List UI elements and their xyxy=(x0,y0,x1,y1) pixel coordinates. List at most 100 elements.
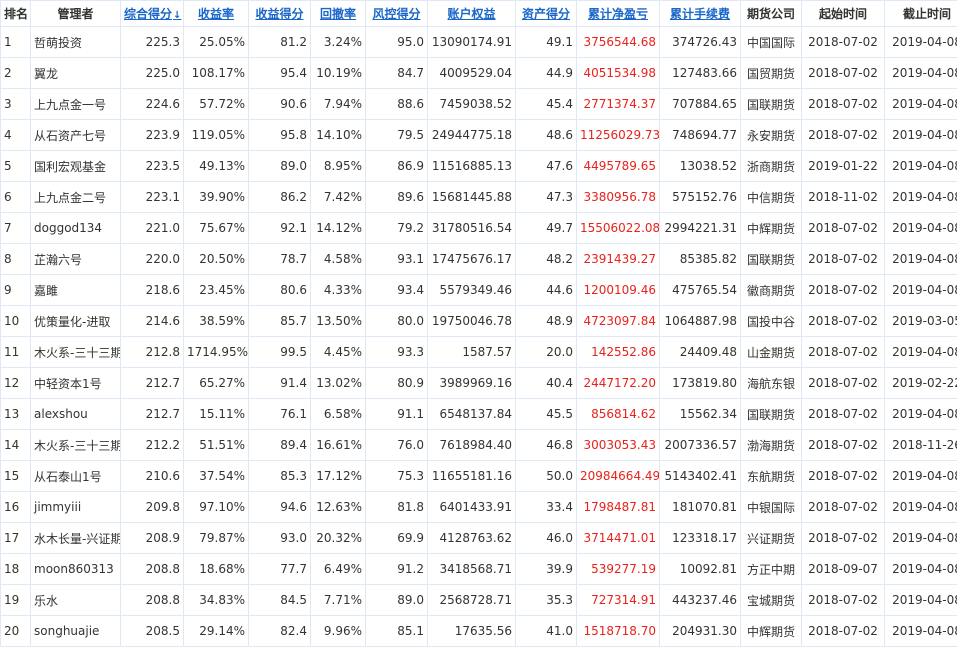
start-date-cell: 2018-07-02 xyxy=(801,212,885,244)
manager-cell[interactable]: moon860313 xyxy=(30,553,121,585)
equity-cell: 2568728.71 xyxy=(427,584,516,616)
asset-score-cell: 46.8 xyxy=(515,429,577,461)
risk-score-cell: 93.3 xyxy=(365,336,428,368)
header-fees[interactable]: 累计手续费 xyxy=(659,0,741,27)
table-row: 9 嘉雎 218.6 23.45% 80.6 4.33% 93.4 5579349.46 44.… xyxy=(0,274,957,306)
asset-score-cell: 44.6 xyxy=(515,274,577,306)
net-profit-cell: 1200109.46 xyxy=(576,274,660,306)
manager-cell[interactable]: 上九点金一号 xyxy=(30,88,121,120)
broker-cell: 永安期货 xyxy=(740,119,802,151)
manager-cell[interactable]: 上九点金二号 xyxy=(30,181,121,213)
header-broker: 期货公司 xyxy=(740,0,802,27)
broker-cell: 国联期货 xyxy=(740,88,802,120)
broker-cell: 海航东银 xyxy=(740,367,802,399)
fees-cell: 123318.17 xyxy=(659,522,741,554)
fees-cell: 10092.81 xyxy=(659,553,741,585)
end-date-cell: 2019-04-08 xyxy=(884,553,957,585)
return-score-cell: 81.2 xyxy=(248,26,311,58)
manager-cell[interactable]: 中轻资本1号 xyxy=(30,367,121,399)
manager-cell[interactable]: alexshou xyxy=(30,398,121,430)
net-profit-cell: 4723097.84 xyxy=(576,305,660,337)
end-date-cell: 2019-04-08 xyxy=(884,491,957,523)
broker-cell: 中辉期货 xyxy=(740,615,802,647)
header-drawdown[interactable]: 回撤率 xyxy=(310,0,366,27)
manager-cell[interactable]: 国利宏观基金 xyxy=(30,150,121,182)
header-net-profit[interactable]: 累计净盈亏 xyxy=(576,0,660,27)
manager-cell[interactable]: doggod134 xyxy=(30,212,121,244)
asset-score-cell: 40.4 xyxy=(515,367,577,399)
manager-cell[interactable]: 翼龙 xyxy=(30,57,121,89)
manager-cell[interactable]: 芷瀚六号 xyxy=(30,243,121,275)
return-score-cell: 92.1 xyxy=(248,212,311,244)
header-equity[interactable]: 账户权益 xyxy=(427,0,516,27)
drawdown-cell: 12.63% xyxy=(310,491,366,523)
return-rate-cell: 1714.95% xyxy=(183,336,249,368)
start-date-cell: 2018-07-02 xyxy=(801,274,885,306)
risk-score-cell: 93.4 xyxy=(365,274,428,306)
table-row: 18 moon860313 208.8 18.68% 77.7 6.49% 91.2 3418… xyxy=(0,553,957,585)
rank-cell: 8 xyxy=(0,243,31,275)
start-date-cell: 2018-07-02 xyxy=(801,336,885,368)
equity-cell: 1587.57 xyxy=(427,336,516,368)
rank-cell: 2 xyxy=(0,57,31,89)
header-total-score[interactable]: 综合得分↓ xyxy=(120,0,184,27)
end-date-cell: 2019-04-08 xyxy=(884,26,957,58)
drawdown-cell: 17.12% xyxy=(310,460,366,492)
manager-cell[interactable]: 从石泰山1号 xyxy=(30,460,121,492)
return-rate-cell: 25.05% xyxy=(183,26,249,58)
net-profit-cell: 4051534.98 xyxy=(576,57,660,89)
manager-cell[interactable]: songhuajie xyxy=(30,615,121,647)
fees-cell: 204931.30 xyxy=(659,615,741,647)
total-score-cell: 208.8 xyxy=(120,584,184,616)
manager-cell[interactable]: 哲萌投资 xyxy=(30,26,121,58)
total-score-cell: 210.6 xyxy=(120,460,184,492)
end-date-cell: 2019-04-08 xyxy=(884,212,957,244)
broker-cell: 中银国际 xyxy=(740,491,802,523)
equity-cell: 6548137.84 xyxy=(427,398,516,430)
drawdown-cell: 14.10% xyxy=(310,119,366,151)
end-date-cell: 2019-04-08 xyxy=(884,88,957,120)
equity-cell: 17635.56 xyxy=(427,615,516,647)
risk-score-cell: 76.0 xyxy=(365,429,428,461)
equity-cell: 4128763.62 xyxy=(427,522,516,554)
asset-score-cell: 48.6 xyxy=(515,119,577,151)
manager-cell[interactable]: 乐水 xyxy=(30,584,121,616)
rank-cell: 9 xyxy=(0,274,31,306)
equity-cell: 17475676.17 xyxy=(427,243,516,275)
equity-cell: 31780516.54 xyxy=(427,212,516,244)
fees-cell: 127483.66 xyxy=(659,57,741,89)
rank-cell: 3 xyxy=(0,88,31,120)
manager-cell[interactable]: 木火系-三十三期 xyxy=(30,336,121,368)
header-return-score[interactable]: 收益得分 xyxy=(248,0,311,27)
header-risk-score[interactable]: 风控得分 xyxy=(365,0,428,27)
table-row: 2 翼龙 225.0 108.17% 95.4 10.19% 84.7 4009529.04 4… xyxy=(0,57,957,89)
header-asset-score[interactable]: 资产得分 xyxy=(515,0,577,27)
header-rank: 排名 xyxy=(0,0,31,27)
return-score-cell: 85.3 xyxy=(248,460,311,492)
drawdown-cell: 13.50% xyxy=(310,305,366,337)
net-profit-cell: 2771374.37 xyxy=(576,88,660,120)
return-rate-cell: 37.54% xyxy=(183,460,249,492)
asset-score-cell: 50.0 xyxy=(515,460,577,492)
drawdown-cell: 6.58% xyxy=(310,398,366,430)
manager-cell[interactable]: 水木长量-兴证期货 xyxy=(30,522,121,554)
end-date-cell: 2019-04-08 xyxy=(884,181,957,213)
manager-cell[interactable]: jimmyiii xyxy=(30,491,121,523)
return-rate-cell: 18.68% xyxy=(183,553,249,585)
end-date-cell: 2019-02-22 xyxy=(884,367,957,399)
drawdown-cell: 9.96% xyxy=(310,615,366,647)
manager-cell[interactable]: 木火系-三十三期 xyxy=(30,429,121,461)
start-date-cell: 2018-07-02 xyxy=(801,398,885,430)
fees-cell: 475765.54 xyxy=(659,274,741,306)
net-profit-cell: 3714471.01 xyxy=(576,522,660,554)
manager-cell[interactable]: 从石资产七号 xyxy=(30,119,121,151)
header-return-rate[interactable]: 收益率 xyxy=(183,0,249,27)
net-profit-cell: 11256029.73 xyxy=(576,119,660,151)
manager-cell[interactable]: 嘉雎 xyxy=(30,274,121,306)
asset-score-cell: 49.1 xyxy=(515,26,577,58)
asset-score-cell: 41.0 xyxy=(515,615,577,647)
rank-cell: 1 xyxy=(0,26,31,58)
drawdown-cell: 7.94% xyxy=(310,88,366,120)
start-date-cell: 2018-07-02 xyxy=(801,584,885,616)
manager-cell[interactable]: 优策量化-进取 xyxy=(30,305,121,337)
